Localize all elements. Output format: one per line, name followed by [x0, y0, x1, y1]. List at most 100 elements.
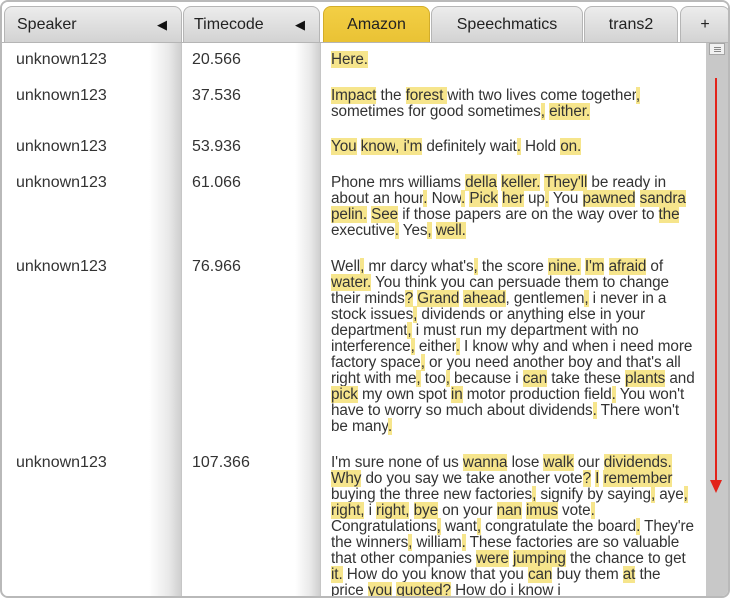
highlighted-word: jumping — [512, 550, 566, 567]
table-row[interactable]: unknown123 61.066 Phone mrs williams della… — [2, 166, 706, 250]
transcript-cell[interactable]: Here. — [331, 43, 697, 68]
tab-trans2-label: trans2 — [608, 16, 654, 33]
timecode-cell[interactable]: 76.966 — [192, 258, 241, 276]
highlighted-word: water. — [331, 274, 372, 291]
highlighted-word: ahead — [463, 290, 506, 307]
tab-trans2[interactable]: trans2 — [584, 6, 678, 43]
transcript-text: william — [412, 534, 462, 551]
highlighted-word: See — [371, 206, 399, 223]
transcript-cell[interactable]: You know, i'm definitely wait. Hold on. — [331, 130, 697, 155]
highlighted-word: . — [387, 418, 392, 435]
transcript-table: unknown123 20.566 Here. unknown123 37.536 Imp… — [2, 43, 706, 598]
timecode-cell[interactable]: 20.566 — [192, 51, 241, 69]
tab-speechmatics[interactable]: Speechmatics — [431, 6, 583, 43]
highlighted-word: can — [527, 566, 553, 583]
timecode-cell[interactable]: 107.366 — [192, 454, 250, 472]
transcript-text: want — [440, 518, 477, 535]
highlighted-word: imus — [526, 502, 558, 519]
highlighted-word: you — [367, 582, 393, 598]
tab-speaker-label: Speaker — [17, 16, 77, 33]
highlighted-word: You — [331, 138, 357, 155]
scroll-direction-arrow-icon — [710, 480, 722, 493]
highlighted-word: either. — [549, 103, 591, 120]
transcript-text: take these — [547, 370, 626, 387]
tab-timecode[interactable]: Timecode ◀ — [183, 6, 320, 43]
highlighted-word: well. — [435, 222, 466, 239]
highlighted-word: it. — [331, 566, 343, 583]
transcript-text: either — [414, 338, 456, 355]
speaker-cell[interactable]: unknown123 — [16, 51, 107, 69]
transcript-cell[interactable]: Impact the forest with two lives come to… — [331, 79, 697, 120]
transcript-cell[interactable]: Well, mr darcy what's, the score nine. I… — [331, 250, 697, 435]
table-row[interactable]: unknown123 107.366 I'm sure none of us wan… — [2, 446, 706, 598]
highlighted-word: forest — [405, 87, 448, 104]
transcript-text: Well — [331, 258, 361, 275]
vertical-scrollbar[interactable] — [706, 43, 728, 596]
table-row[interactable]: unknown123 53.936 You know, i'm definitely… — [2, 130, 706, 166]
highlighted-word: i'm — [403, 138, 423, 155]
table-row[interactable]: unknown123 37.536 Impact the forest with t… — [2, 79, 706, 130]
transcript-text: sometimes for good sometimes — [331, 103, 541, 120]
transcript-text: Yes — [398, 222, 428, 239]
highlighted-word: walk — [543, 454, 574, 471]
add-tab-button[interactable]: + — [680, 6, 728, 43]
transcript-text — [604, 258, 608, 275]
tab-amazon[interactable]: Amazon — [323, 6, 430, 43]
tab-speaker[interactable]: Speaker ◀ — [4, 6, 182, 43]
highlighted-word: wanna — [462, 454, 508, 471]
tab-amazon-label: Amazon — [347, 16, 406, 33]
highlighted-word: Here. — [331, 51, 368, 68]
transcript-text: executive — [331, 222, 395, 239]
scroll-thumb[interactable] — [709, 43, 725, 55]
transcript-text: aye — [655, 486, 684, 503]
transcript-text: , gentlemen — [505, 290, 585, 307]
table-row[interactable]: unknown123 20.566 Here. — [2, 43, 706, 79]
transcript-text: of — [646, 258, 663, 275]
highlighted-word: Impact — [331, 87, 377, 104]
sort-arrow-icon[interactable]: ◀ — [157, 17, 167, 33]
highlighted-word: remember — [603, 470, 673, 487]
highlighted-word: Grand — [417, 290, 460, 307]
timecode-cell[interactable]: 37.536 — [192, 87, 241, 105]
tab-speechmatics-label: Speechmatics — [456, 16, 558, 33]
transcript-text: i — [364, 502, 377, 519]
speaker-cell[interactable]: unknown123 — [16, 174, 107, 192]
transcript-text: mr darcy what's — [364, 258, 474, 275]
highlighted-word: quoted? — [396, 582, 451, 598]
transcript-text: I'm sure none of us — [331, 454, 463, 471]
tab-timecode-label: Timecode — [194, 16, 264, 33]
transcript-cell[interactable]: Phone mrs williams della keller. They'll… — [331, 166, 697, 239]
transcript-text: and — [665, 370, 695, 387]
transcript-text: You — [548, 190, 583, 207]
highlighted-word: . — [590, 502, 595, 519]
transcript-text: motor production field — [462, 386, 612, 403]
highlighted-word: They'll — [544, 174, 588, 191]
highlighted-word: pelin. — [331, 206, 367, 223]
timecode-cell[interactable]: 61.066 — [192, 174, 241, 192]
scroll-direction-arrow-line — [715, 78, 717, 482]
highlighted-word: right, — [331, 502, 365, 519]
highlighted-word: Pick — [469, 190, 498, 207]
highlighted-word: nan — [496, 502, 522, 519]
transcript-text — [409, 502, 413, 519]
transcript-cell[interactable]: I'm sure none of us wanna lose walk our … — [331, 446, 697, 598]
transcript-text: the score — [477, 258, 548, 275]
highlighted-word: right, — [376, 502, 410, 519]
highlighted-word: plants — [625, 370, 666, 387]
speaker-cell[interactable]: unknown123 — [16, 454, 107, 472]
timecode-cell[interactable]: 53.936 — [192, 138, 241, 156]
speaker-cell[interactable]: unknown123 — [16, 87, 107, 105]
highlighted-word: dividends. — [603, 454, 672, 471]
highlighted-word: her — [502, 190, 524, 207]
highlighted-word: in — [450, 386, 463, 403]
highlighted-word: pick — [331, 386, 358, 403]
sort-arrow-icon[interactable]: ◀ — [295, 17, 305, 33]
highlighted-word: know — [360, 138, 396, 155]
plus-icon: + — [700, 16, 710, 33]
table-row[interactable]: unknown123 76.966 Well, mr darcy what's, t… — [2, 250, 706, 446]
highlighted-word: nine. — [548, 258, 581, 275]
speaker-cell[interactable]: unknown123 — [16, 258, 107, 276]
highlighted-word: , — [427, 222, 432, 239]
speaker-cell[interactable]: unknown123 — [16, 138, 107, 156]
highlighted-word: , — [683, 486, 688, 503]
